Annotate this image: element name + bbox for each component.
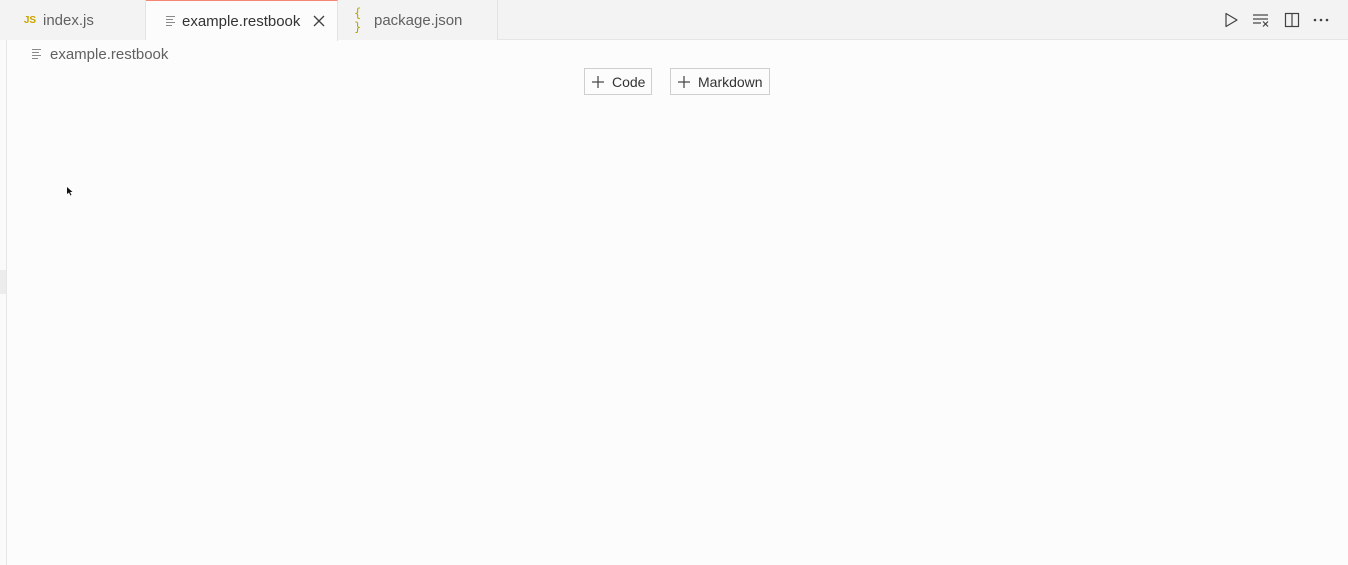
breadcrumb[interactable]: example.restbook bbox=[32, 44, 168, 64]
editor-tab-bar: JS index.js example.restbook { } package… bbox=[0, 0, 1348, 41]
js-file-icon: JS bbox=[23, 14, 37, 26]
split-editor-icon[interactable] bbox=[1283, 11, 1301, 29]
tab-index-js[interactable]: JS index.js bbox=[0, 0, 146, 40]
tab-label: package.json bbox=[374, 11, 463, 29]
notebook-file-icon bbox=[165, 15, 177, 27]
add-code-cell-button[interactable]: Code bbox=[584, 68, 652, 95]
clear-all-outputs-icon[interactable] bbox=[1252, 11, 1270, 29]
tab-label: example.restbook bbox=[182, 12, 301, 30]
add-code-label: Code bbox=[612, 73, 646, 90]
notebook-file-icon bbox=[32, 48, 44, 60]
close-icon[interactable] bbox=[310, 12, 328, 30]
json-file-icon: { } bbox=[354, 6, 362, 34]
tab-label: index.js bbox=[43, 11, 94, 29]
tab-example-restbook[interactable]: example.restbook bbox=[146, 0, 338, 41]
more-actions-icon[interactable] bbox=[1312, 11, 1330, 29]
tab-package-json[interactable]: { } package.json bbox=[338, 0, 498, 40]
plus-icon bbox=[591, 75, 605, 89]
editor-left-gutter bbox=[0, 40, 7, 565]
mouse-pointer-icon bbox=[67, 183, 73, 201]
breadcrumb-label: example.restbook bbox=[50, 45, 169, 63]
gutter-marker bbox=[0, 270, 6, 294]
add-markdown-cell-button[interactable]: Markdown bbox=[670, 68, 770, 95]
run-all-icon[interactable] bbox=[1222, 11, 1240, 29]
plus-icon bbox=[677, 75, 691, 89]
add-markdown-label: Markdown bbox=[698, 73, 763, 90]
